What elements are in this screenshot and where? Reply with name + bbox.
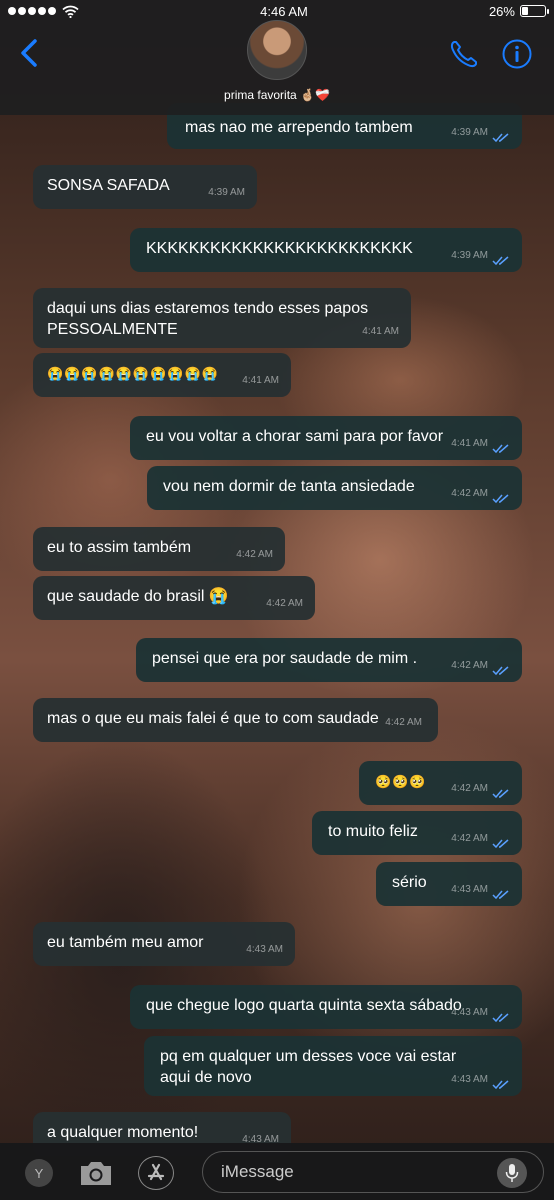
composer-bar: Y <box>0 1143 554 1200</box>
y-app-button[interactable]: Y <box>25 1159 53 1187</box>
message-time: 4:43 AM <box>451 1007 488 1018</box>
phone-icon[interactable] <box>448 38 480 70</box>
message-bubble[interactable]: eu to assim também 4:42 AM <box>33 527 285 571</box>
read-ticks-icon <box>492 890 509 900</box>
message-time: 4:43 AM <box>451 884 488 895</box>
message-text: pq em qualquer um desses voce vai estar … <box>160 1048 457 1086</box>
message-time: 4:41 AM <box>451 438 488 449</box>
message-time: 4:41 AM <box>242 375 279 386</box>
message-text: 😭😭😭😭😭😭😭😭😭😭 <box>47 366 219 381</box>
message-time: 4:42 AM <box>451 660 488 671</box>
wifi-icon <box>62 5 79 18</box>
microphone-button[interactable] <box>497 1158 527 1188</box>
message-time: 4:39 AM <box>208 187 245 198</box>
status-time: 4:46 AM <box>260 3 308 19</box>
read-ticks-icon <box>492 789 509 799</box>
message-time: 4:42 AM <box>451 488 488 499</box>
message-bubble[interactable]: to muito feliz 4:42 AM <box>312 811 522 855</box>
read-ticks-icon <box>492 444 509 454</box>
message-bubble[interactable]: KKKKKKKKKKKKKKKKKKKKKKKKK 4:39 AM <box>130 228 522 272</box>
signal-dots-icon <box>8 7 56 15</box>
message-bubble[interactable]: 😭😭😭😭😭😭😭😭😭😭 4:41 AM <box>33 353 291 397</box>
message-bubble[interactable]: eu também meu amor 4:43 AM <box>33 922 295 966</box>
message-input[interactable] <box>202 1151 544 1193</box>
battery-icon <box>519 5 549 17</box>
back-button[interactable] <box>14 36 44 70</box>
message-time: 4:42 AM <box>236 549 273 560</box>
message-time: 4:42 AM <box>385 717 422 728</box>
appstore-icon <box>147 1163 165 1181</box>
message-time: 4:42 AM <box>266 598 303 609</box>
message-bubble[interactable]: que chegue logo quarta quinta sexta sába… <box>130 985 522 1029</box>
message-text: mas nao me arrependo tambem <box>185 119 413 136</box>
read-ticks-icon <box>492 839 509 849</box>
message-bubble[interactable]: daqui uns dias estaremos tendo esses pap… <box>33 288 411 348</box>
message-text: eu to assim também <box>47 539 192 556</box>
message-bubble[interactable]: mas o que eu mais falei é que to com sau… <box>33 698 438 742</box>
appstore-button[interactable] <box>138 1156 174 1190</box>
message-text: que saudade do brasil 😭 <box>47 588 229 605</box>
message-time: 4:41 AM <box>362 326 399 337</box>
microphone-icon <box>505 1164 519 1182</box>
message-text: eu também meu amor <box>47 934 204 951</box>
message-bubble[interactable]: SONSA SAFADA 4:39 AM <box>33 165 257 209</box>
message-text: to muito feliz <box>328 823 418 840</box>
message-text: sério <box>392 874 427 891</box>
message-time: 4:43 AM <box>246 944 283 955</box>
message-time: 4:42 AM <box>451 833 488 844</box>
message-bubble[interactable]: sério 4:43 AM <box>376 862 522 906</box>
read-ticks-icon <box>492 666 509 676</box>
message-text: vou nem dormir de tanta ansiedade <box>163 478 415 495</box>
message-text: 🥺🥺🥺 <box>375 774 427 789</box>
message-list: mas nao me arrependo tambem 4:39 AM SONS… <box>0 0 554 1200</box>
info-icon[interactable] <box>501 38 533 70</box>
message-bubble[interactable]: que saudade do brasil 😭 4:42 AM <box>33 576 315 620</box>
read-ticks-icon <box>492 133 509 143</box>
message-time: 4:39 AM <box>451 250 488 261</box>
camera-icon[interactable] <box>78 1157 114 1189</box>
contact-name[interactable]: prima favorita 🤞🏼❤️‍🩹 <box>0 88 554 102</box>
message-time: 4:43 AM <box>451 1074 488 1085</box>
status-bar: 4:46 AM 26% <box>0 0 554 22</box>
avatar[interactable] <box>247 20 307 80</box>
message-text: pensei que era por saudade de mim . <box>152 650 418 667</box>
message-bubble[interactable]: vou nem dormir de tanta ansiedade 4:42 A… <box>147 466 522 510</box>
back-chevron-icon <box>21 39 37 67</box>
message-text: SONSA SAFADA <box>47 177 170 194</box>
read-ticks-icon <box>492 1080 509 1090</box>
read-ticks-icon <box>492 494 509 504</box>
message-bubble[interactable]: pq em qualquer um desses voce vai estar … <box>144 1036 522 1096</box>
message-time: 4:39 AM <box>451 127 488 138</box>
message-bubble[interactable]: pensei que era por saudade de mim . 4:42… <box>136 638 522 682</box>
battery-indicator: 26% <box>488 3 549 19</box>
message-text: a qualquer momento! <box>47 1124 199 1141</box>
message-time: 4:42 AM <box>451 783 488 794</box>
read-ticks-icon <box>492 256 509 266</box>
message-text: que chegue logo quarta quinta sexta sába… <box>146 997 462 1014</box>
message-bubble[interactable]: 🥺🥺🥺 4:42 AM <box>359 761 522 805</box>
battery-level-fill <box>521 7 528 15</box>
message-text: daqui uns dias estaremos tendo esses pap… <box>47 300 369 338</box>
message-text: eu vou voltar a chorar sami para por fav… <box>146 428 444 445</box>
battery-percent: 26% <box>488 3 515 19</box>
signal-strength <box>8 5 79 18</box>
message-text: KKKKKKKKKKKKKKKKKKKKKKKKK <box>146 240 413 257</box>
message-bubble[interactable]: eu vou voltar a chorar sami para por fav… <box>130 416 522 460</box>
read-ticks-icon <box>492 1013 509 1023</box>
message-text: mas o que eu mais falei é que to com sau… <box>47 710 379 727</box>
